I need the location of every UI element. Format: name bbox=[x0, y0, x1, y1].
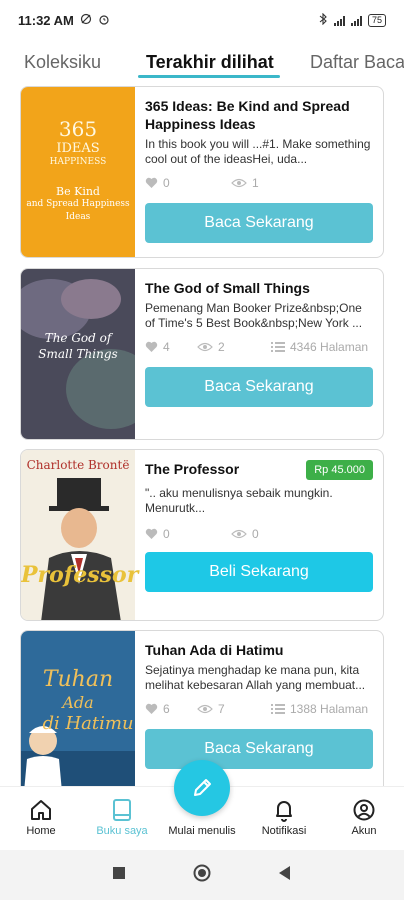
likes-count: 4 bbox=[163, 340, 170, 354]
book-icon bbox=[113, 799, 131, 821]
nav-buku-saya[interactable]: Buku saya bbox=[82, 797, 162, 837]
bluetooth-icon bbox=[319, 12, 328, 28]
views-count: 2 bbox=[218, 340, 225, 354]
pages-count: 4346 Halaman bbox=[290, 340, 369, 354]
status-bar: 11:32 AM 75 bbox=[0, 0, 404, 40]
back-icon[interactable] bbox=[279, 865, 291, 885]
tab-koleksiku[interactable]: Koleksiku bbox=[24, 52, 101, 73]
home-icon bbox=[31, 800, 51, 820]
system-nav-bar bbox=[0, 850, 404, 900]
cover-title: di Hatimu bbox=[42, 713, 134, 734]
heart-icon bbox=[145, 177, 158, 188]
list-icon bbox=[271, 342, 285, 352]
alarm-icon bbox=[98, 13, 110, 28]
nav-label: Home bbox=[26, 825, 56, 837]
signal-2-icon bbox=[350, 15, 362, 26]
pages-stat: 4346 Halaman bbox=[271, 340, 368, 354]
cover-title: Tuhan bbox=[42, 667, 114, 692]
book-description: In this book you will ...#1. Make someth… bbox=[145, 137, 371, 166]
book-title[interactable]: 365 Ideas: Be Kind and Spread Happiness … bbox=[145, 97, 373, 133]
buy-now-button[interactable]: Beli Sekarang bbox=[145, 552, 373, 592]
nav-label: Buku saya bbox=[96, 825, 148, 837]
book-card[interactable]: 365 IDEAS HAPPINESS Be Kind and Spread H… bbox=[20, 86, 384, 258]
read-now-button[interactable]: Baca Sekarang bbox=[145, 729, 373, 769]
likes-stat: 0 bbox=[145, 527, 231, 541]
cover-text: HAPPINESS bbox=[49, 157, 107, 167]
active-tab-indicator bbox=[138, 75, 280, 78]
pencil-icon bbox=[194, 779, 211, 796]
views-stat: 0 bbox=[231, 527, 311, 541]
price-badge: Rp 45.000 bbox=[306, 460, 373, 480]
cover-text: IDEAS bbox=[56, 141, 100, 156]
book-cover[interactable]: Charlotte Brontë Professor bbox=[21, 450, 139, 620]
nav-label: Akun bbox=[351, 825, 377, 837]
likes-stat: 4 bbox=[145, 340, 197, 354]
eye-icon bbox=[231, 178, 247, 188]
book-description: Sejatinya menghadap ke mana pun, kita me… bbox=[145, 663, 366, 692]
views-count: 7 bbox=[218, 702, 225, 716]
heart-icon bbox=[145, 703, 158, 714]
cover-text: The God of bbox=[44, 331, 112, 345]
likes-count: 0 bbox=[163, 527, 170, 541]
heart-icon bbox=[145, 528, 158, 539]
book-title[interactable]: The God of Small Things bbox=[145, 279, 373, 297]
eye-icon bbox=[231, 529, 247, 539]
status-time: 11:32 AM bbox=[18, 12, 74, 28]
pages-stat: 1388 Halaman bbox=[271, 702, 368, 716]
likes-stat: 0 bbox=[145, 176, 231, 190]
cover-text: Ideas bbox=[65, 212, 91, 222]
battery-icon: 75 bbox=[367, 13, 386, 27]
read-now-button[interactable]: Baca Sekarang bbox=[145, 203, 373, 243]
book-description: ".. aku menulisnya sebaik mungkin. Menur… bbox=[145, 486, 333, 515]
nav-akun[interactable]: Akun bbox=[324, 797, 404, 837]
list-icon bbox=[271, 704, 285, 714]
views-count: 0 bbox=[252, 527, 259, 541]
recent-apps-icon[interactable] bbox=[113, 866, 125, 884]
heart-icon bbox=[145, 341, 158, 352]
likes-stat: 6 bbox=[145, 702, 197, 716]
book-cover[interactable]: Tuhan Ada di Hatimu bbox=[21, 631, 135, 786]
eye-icon bbox=[197, 704, 213, 714]
read-now-button[interactable]: Baca Sekarang bbox=[145, 367, 373, 407]
likes-count: 6 bbox=[163, 702, 170, 716]
cover-text: 365 bbox=[58, 117, 98, 141]
cover-author: Charlotte Brontë bbox=[26, 458, 130, 472]
book-cover[interactable]: 365 IDEAS HAPPINESS Be Kind and Spread H… bbox=[21, 87, 135, 257]
views-stat: 7 bbox=[197, 702, 271, 716]
views-count: 1 bbox=[252, 176, 259, 190]
views-stat: 2 bbox=[197, 340, 271, 354]
cover-title: Professor bbox=[21, 562, 139, 588]
tab-bar: Koleksiku Terakhir dilihat Daftar Baca bbox=[0, 42, 404, 82]
book-list[interactable]: 365 IDEAS HAPPINESS Be Kind and Spread H… bbox=[0, 86, 404, 786]
book-card[interactable]: Charlotte Brontë Professor The Professor… bbox=[20, 449, 384, 621]
write-fab-button[interactable] bbox=[174, 760, 230, 816]
tab-daftar-baca[interactable]: Daftar Baca bbox=[310, 52, 404, 73]
cover-text: Be Kind bbox=[56, 185, 100, 198]
book-title[interactable]: Tuhan Ada di Hatimu bbox=[145, 641, 373, 659]
book-description: Pemenang Man Booker Prize&nbsp;One of Ti… bbox=[145, 301, 363, 330]
nav-notifikasi[interactable]: Notifikasi bbox=[244, 797, 324, 837]
nav-label: Notifikasi bbox=[261, 825, 307, 837]
cover-title: Ada bbox=[62, 693, 94, 712]
pages-count: 1388 Halaman bbox=[290, 702, 369, 716]
eye-icon bbox=[197, 342, 213, 352]
home-button-icon[interactable] bbox=[193, 864, 211, 887]
mute-icon bbox=[80, 13, 92, 28]
cover-text: and Spread Happiness bbox=[26, 199, 130, 209]
book-card[interactable]: The God of Small Things The God of Small… bbox=[20, 268, 384, 440]
account-icon bbox=[353, 799, 375, 821]
likes-count: 0 bbox=[163, 176, 170, 190]
cover-text: Small Things bbox=[38, 347, 118, 361]
nav-label: Mulai menulis bbox=[168, 825, 236, 837]
signal-icon bbox=[333, 15, 345, 26]
bell-icon bbox=[276, 801, 292, 822]
views-stat: 1 bbox=[231, 176, 311, 190]
book-cover[interactable]: The God of Small Things bbox=[21, 269, 135, 439]
tab-terakhir-dilihat[interactable]: Terakhir dilihat bbox=[146, 52, 274, 73]
nav-home[interactable]: Home bbox=[1, 797, 81, 837]
